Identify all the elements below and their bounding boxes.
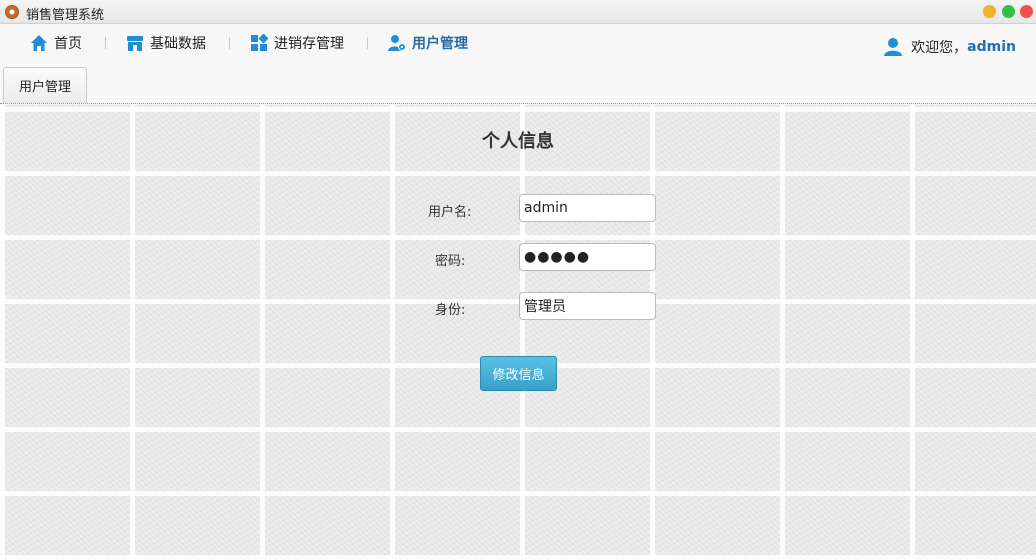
nav-item-label: 进销存管理 bbox=[274, 36, 344, 52]
nav-separator bbox=[367, 37, 368, 49]
nav-item-user-management[interactable]: 用户管理 bbox=[388, 33, 468, 53]
password-label: 密码: bbox=[435, 254, 466, 269]
username-label: 用户名: bbox=[428, 205, 472, 220]
username-field[interactable] bbox=[519, 194, 656, 222]
grid-icon bbox=[251, 34, 268, 51]
nav-item-label: 基础数据 bbox=[150, 36, 206, 52]
role-field[interactable] bbox=[519, 292, 656, 320]
close-button[interactable] bbox=[1020, 5, 1033, 18]
top-nav: 首页 基础数据 进销存管理 用户管理 欢迎您， admin bbox=[0, 25, 1036, 65]
user-gear-icon bbox=[388, 35, 406, 51]
current-username: admin bbox=[967, 39, 1016, 55]
nav-item-base-data[interactable]: 基础数据 bbox=[126, 33, 206, 53]
nav-separator bbox=[105, 37, 106, 49]
nav-item-label: 首页 bbox=[54, 36, 82, 52]
welcome-text: 欢迎您， bbox=[911, 40, 968, 56]
nav-item-label: 用户管理 bbox=[412, 36, 468, 52]
tab-user-management[interactable]: 用户管理 bbox=[3, 67, 87, 103]
password-field[interactable] bbox=[519, 243, 656, 271]
update-info-button[interactable]: 修改信息 bbox=[480, 356, 557, 391]
role-label: 身份: bbox=[435, 303, 466, 318]
content-panel: 个人信息 用户名: 密码: 身份: 修改信息 bbox=[0, 105, 1036, 560]
tab-strip: 用户管理 bbox=[0, 65, 1036, 104]
window-titlebar: 销售管理系统 bbox=[0, 0, 1036, 24]
minimize-button[interactable] bbox=[983, 5, 996, 18]
home-icon bbox=[31, 35, 47, 51]
maximize-button[interactable] bbox=[1002, 5, 1015, 18]
nav-item-inventory[interactable]: 进销存管理 bbox=[250, 33, 344, 53]
nav-item-home[interactable]: 首页 bbox=[30, 33, 82, 53]
user-welcome: 欢迎您， admin bbox=[883, 37, 1016, 57]
store-icon bbox=[127, 36, 143, 51]
user-icon bbox=[884, 38, 903, 56]
window-title: 销售管理系统 bbox=[26, 8, 105, 23]
page-title: 个人信息 bbox=[482, 131, 554, 152]
app-logo-icon bbox=[5, 5, 19, 19]
nav-separator bbox=[229, 37, 230, 49]
